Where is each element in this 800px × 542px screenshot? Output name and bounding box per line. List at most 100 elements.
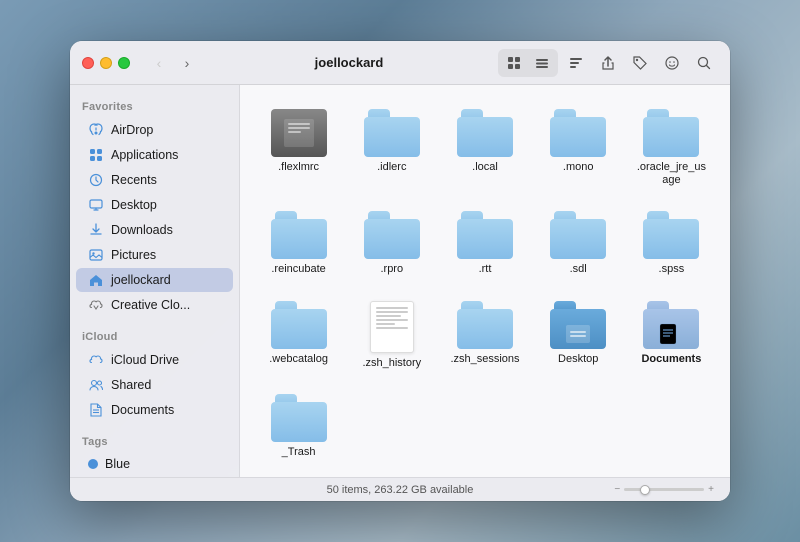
downloads-label: Downloads (111, 223, 173, 237)
folder-icon-reincubate (271, 211, 327, 259)
search-icon (697, 56, 711, 70)
sidebar-item-pictures[interactable]: Pictures (76, 243, 233, 267)
sort-button[interactable] (562, 51, 590, 75)
file-label-trash: _Trash (282, 446, 316, 459)
folder-icon-idlerc (364, 109, 420, 157)
folder-icon-local (457, 109, 513, 157)
file-item-zsh-sessions[interactable]: .zsh_sessions (442, 293, 527, 378)
documents-label: Documents (111, 403, 174, 417)
sidebar-item-applications[interactable]: Applications (76, 143, 233, 167)
recents-icon (88, 172, 104, 188)
sidebar-item-airdrop[interactable]: AirDrop (76, 118, 233, 142)
file-label-local: .local (472, 161, 498, 174)
file-label-oracle: .oracle_jre_usage (635, 161, 707, 187)
statusbar: 50 items, 263.22 GB available − + (70, 477, 730, 501)
file-label-reincubate: .reincubate (271, 263, 325, 276)
file-label-zsh-history: .zsh_history (362, 357, 421, 370)
airdrop-label: AirDrop (111, 123, 153, 137)
desktop-icon (88, 197, 104, 213)
file-item-desktop-folder[interactable]: Desktop (536, 293, 621, 378)
tag-icon (633, 56, 647, 70)
airdrop-icon (88, 122, 104, 138)
file-item-sdl[interactable]: .sdl (536, 203, 621, 284)
file-label-rpro: .rpro (380, 263, 403, 276)
folder-icon-trash (271, 394, 327, 442)
grid-icon (507, 56, 521, 70)
zoom-slider[interactable]: − + (614, 484, 714, 495)
forward-button[interactable]: › (174, 53, 200, 73)
list-icon (535, 58, 549, 68)
tag-button[interactable] (626, 51, 654, 75)
file-item-local[interactable]: .local (442, 101, 527, 195)
desktop-label: Desktop (111, 198, 157, 212)
search-button[interactable] (690, 51, 718, 75)
folder-icon-rpro (364, 211, 420, 259)
sidebar-item-downloads[interactable]: Downloads (76, 218, 233, 242)
file-item-zsh-history[interactable]: .zsh_history (349, 293, 434, 378)
file-item-documents-folder[interactable]: Documents (629, 293, 714, 378)
folder-icon-webcatalog (271, 301, 327, 349)
file-item-idlerc[interactable]: .idlerc (349, 101, 434, 195)
share-button[interactable] (594, 51, 622, 75)
folder-icon-oracle (643, 109, 699, 157)
view-toggle-group (498, 49, 558, 77)
folder-icon-sdl (550, 211, 606, 259)
sidebar-item-shared[interactable]: Shared (76, 373, 233, 397)
file-item-oracle[interactable]: .oracle_jre_usage (629, 101, 714, 195)
blue-tag-label: Blue (105, 457, 130, 471)
file-item-spss[interactable]: .spss (629, 203, 714, 284)
file-label-sdl: .sdl (570, 263, 587, 276)
file-area: .flexlmrc .idlerc .local (240, 85, 730, 477)
file-label-webcatalog: .webcatalog (269, 353, 328, 366)
toolbar-right (498, 49, 718, 77)
creative-cloud-label: Creative Clo... (111, 298, 190, 312)
emoji-button[interactable] (658, 51, 686, 75)
traffic-lights (82, 57, 130, 69)
window-title: joellockard (208, 55, 490, 70)
sidebar-item-desktop[interactable]: Desktop (76, 193, 233, 217)
close-button[interactable] (82, 57, 94, 69)
back-button[interactable]: ‹ (146, 53, 172, 73)
file-label-flexlmrc: .flexlmrc (278, 161, 319, 174)
slider-thumb[interactable] (640, 485, 650, 495)
folder-icon-zsh-sessions (457, 301, 513, 349)
file-item-flexlmrc[interactable]: .flexlmrc (256, 101, 341, 195)
icloud-section-title: iCloud (70, 323, 239, 347)
statusbar-text: 50 items, 263.22 GB available (327, 484, 474, 496)
sidebar-item-joellockard[interactable]: joellockard (76, 268, 233, 292)
maximize-button[interactable] (118, 57, 130, 69)
finder-window: ‹ › joellockard (70, 41, 730, 501)
pictures-icon (88, 247, 104, 263)
sidebar-item-creative-cloud[interactable]: Creative Clo... (76, 293, 233, 317)
minimize-button[interactable] (100, 57, 112, 69)
pictures-label: Pictures (111, 248, 156, 262)
sort-icon (569, 57, 583, 69)
titlebar: ‹ › joellockard (70, 41, 730, 85)
sidebar-item-icloud-drive[interactable]: iCloud Drive (76, 348, 233, 372)
sidebar-item-recents[interactable]: Recents (76, 168, 233, 192)
folder-icon-spss (643, 211, 699, 259)
file-item-rpro[interactable]: .rpro (349, 203, 434, 284)
shared-label: Shared (111, 378, 151, 392)
file-label-spss: .spss (659, 263, 685, 276)
sidebar-item-documents[interactable]: Documents (76, 398, 233, 422)
file-label-rtt: .rtt (479, 263, 492, 276)
file-icon-flexlmrc (271, 109, 327, 157)
icon-view-button[interactable] (500, 51, 528, 75)
creative-cloud-icon (88, 297, 104, 313)
file-item-rtt[interactable]: .rtt (442, 203, 527, 284)
sidebar-tag-blue[interactable]: Blue (76, 453, 233, 475)
file-item-trash[interactable]: _Trash (256, 386, 341, 467)
file-item-webcatalog[interactable]: .webcatalog (256, 293, 341, 378)
file-grid: .flexlmrc .idlerc .local (256, 101, 714, 467)
text-file-icon-zsh-history (370, 301, 414, 353)
emoji-icon (665, 56, 679, 70)
share-icon (602, 56, 614, 70)
slider-track[interactable] (624, 488, 704, 491)
file-item-reincubate[interactable]: .reincubate (256, 203, 341, 284)
zoom-in-icon: + (708, 484, 714, 495)
folder-icon-desktop (550, 301, 606, 349)
recents-label: Recents (111, 173, 157, 187)
list-view-button[interactable] (528, 51, 556, 75)
file-item-mono[interactable]: .mono (536, 101, 621, 195)
